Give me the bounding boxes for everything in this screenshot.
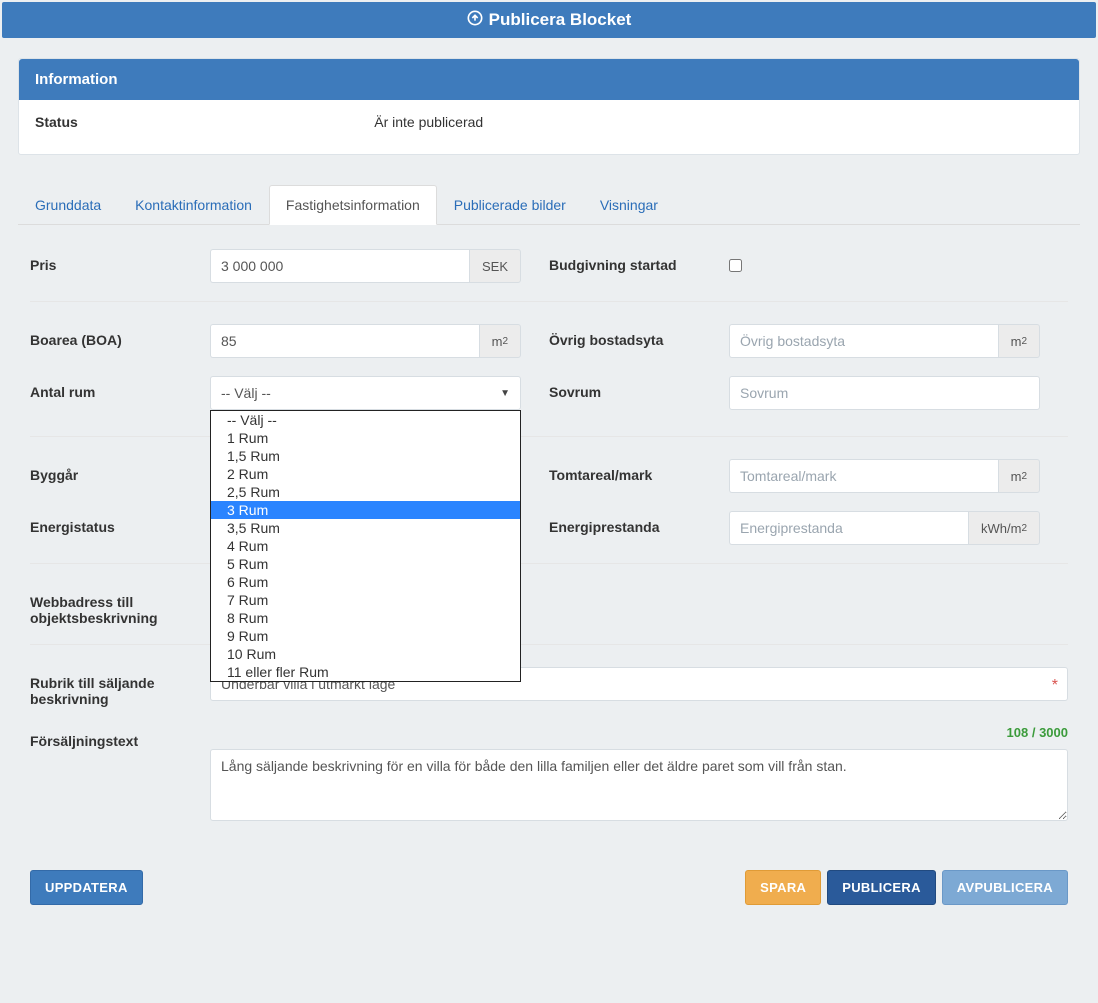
- room-option[interactable]: 10 Rum: [211, 645, 520, 663]
- page-title: Publicera Blocket: [489, 10, 632, 30]
- info-panel-header: Information: [19, 59, 1079, 100]
- tab-bar: Grunddata Kontaktinformation Fastighetsi…: [18, 185, 1080, 225]
- tab-grunddata[interactable]: Grunddata: [18, 185, 118, 225]
- room-option[interactable]: 6 Rum: [211, 573, 520, 591]
- room-option[interactable]: 5 Rum: [211, 555, 520, 573]
- room-option[interactable]: 1 Rum: [211, 429, 520, 447]
- room-option[interactable]: 4 Rum: [211, 537, 520, 555]
- antalrum-dropdown: -- Välj -- 1 Rum 1,5 Rum 2 Rum 2,5 Rum 3…: [210, 410, 521, 682]
- publish-button[interactable]: PUBLICERA: [827, 870, 936, 905]
- tomt-input[interactable]: [729, 459, 998, 493]
- sovrum-label: Sovrum: [549, 376, 729, 400]
- ovrig-input[interactable]: [729, 324, 998, 358]
- pris-label: Pris: [30, 249, 210, 273]
- upload-icon: [467, 10, 483, 31]
- budgivning-checkbox[interactable]: [729, 259, 742, 272]
- char-counter: 108 / 3000: [210, 725, 1068, 740]
- pris-input[interactable]: [210, 249, 469, 283]
- tomt-unit: m2: [998, 459, 1040, 493]
- antalrum-selected: -- Välj --: [221, 385, 271, 401]
- room-option[interactable]: 1,5 Rum: [211, 447, 520, 465]
- room-option[interactable]: 8 Rum: [211, 609, 520, 627]
- room-option[interactable]: 11 eller fler Rum: [211, 663, 520, 681]
- budgivning-label: Budgivning startad: [549, 249, 729, 273]
- status-label: Status: [35, 114, 374, 130]
- text-textarea[interactable]: [210, 749, 1068, 821]
- info-panel: Information Status Är inte publicerad: [18, 58, 1080, 155]
- chevron-down-icon: ▼: [500, 388, 510, 399]
- boarea-label: Boarea (BOA): [30, 324, 210, 348]
- webb-label: Webbadress till objektsbeskrivning: [30, 586, 210, 626]
- boarea-input[interactable]: [210, 324, 479, 358]
- byggar-label: Byggår: [30, 459, 210, 483]
- tab-fastighet[interactable]: Fastighetsinformation: [269, 185, 437, 225]
- save-button[interactable]: SPARA: [745, 870, 821, 905]
- unpublish-button[interactable]: AVPUBLICERA: [942, 870, 1068, 905]
- energiprestanda-input[interactable]: [729, 511, 968, 545]
- status-value: Är inte publicerad: [374, 114, 483, 130]
- antalrum-select[interactable]: -- Välj -- ▼: [210, 376, 521, 410]
- room-option[interactable]: 3,5 Rum: [211, 519, 520, 537]
- room-option[interactable]: 2 Rum: [211, 465, 520, 483]
- ovrig-unit: m2: [998, 324, 1040, 358]
- tab-kontakt[interactable]: Kontaktinformation: [118, 185, 269, 225]
- energiprestanda-label: Energiprestanda: [549, 511, 729, 535]
- boarea-unit: m2: [479, 324, 521, 358]
- energiprestanda-unit: kWh/m2: [968, 511, 1040, 545]
- page-header: Publicera Blocket: [2, 2, 1096, 38]
- required-icon: *: [1052, 677, 1058, 695]
- update-button[interactable]: UPPDATERA: [30, 870, 143, 905]
- tab-visningar[interactable]: Visningar: [583, 185, 675, 225]
- room-option[interactable]: -- Välj --: [211, 411, 520, 429]
- pris-unit: SEK: [469, 249, 521, 283]
- room-option[interactable]: 3 Rum: [211, 501, 520, 519]
- room-option[interactable]: 9 Rum: [211, 627, 520, 645]
- tomt-label: Tomtareal/mark: [549, 459, 729, 483]
- energistatus-label: Energistatus: [30, 511, 210, 535]
- rubrik-label: Rubrik till säljande beskrivning: [30, 667, 210, 707]
- ovrig-label: Övrig bostadsyta: [549, 324, 729, 348]
- antalrum-label: Antal rum: [30, 376, 210, 400]
- tab-bilder[interactable]: Publicerade bilder: [437, 185, 583, 225]
- room-option[interactable]: 2,5 Rum: [211, 483, 520, 501]
- text-label: Försäljningstext: [30, 725, 210, 749]
- sovrum-input[interactable]: [729, 376, 1040, 410]
- room-option[interactable]: 7 Rum: [211, 591, 520, 609]
